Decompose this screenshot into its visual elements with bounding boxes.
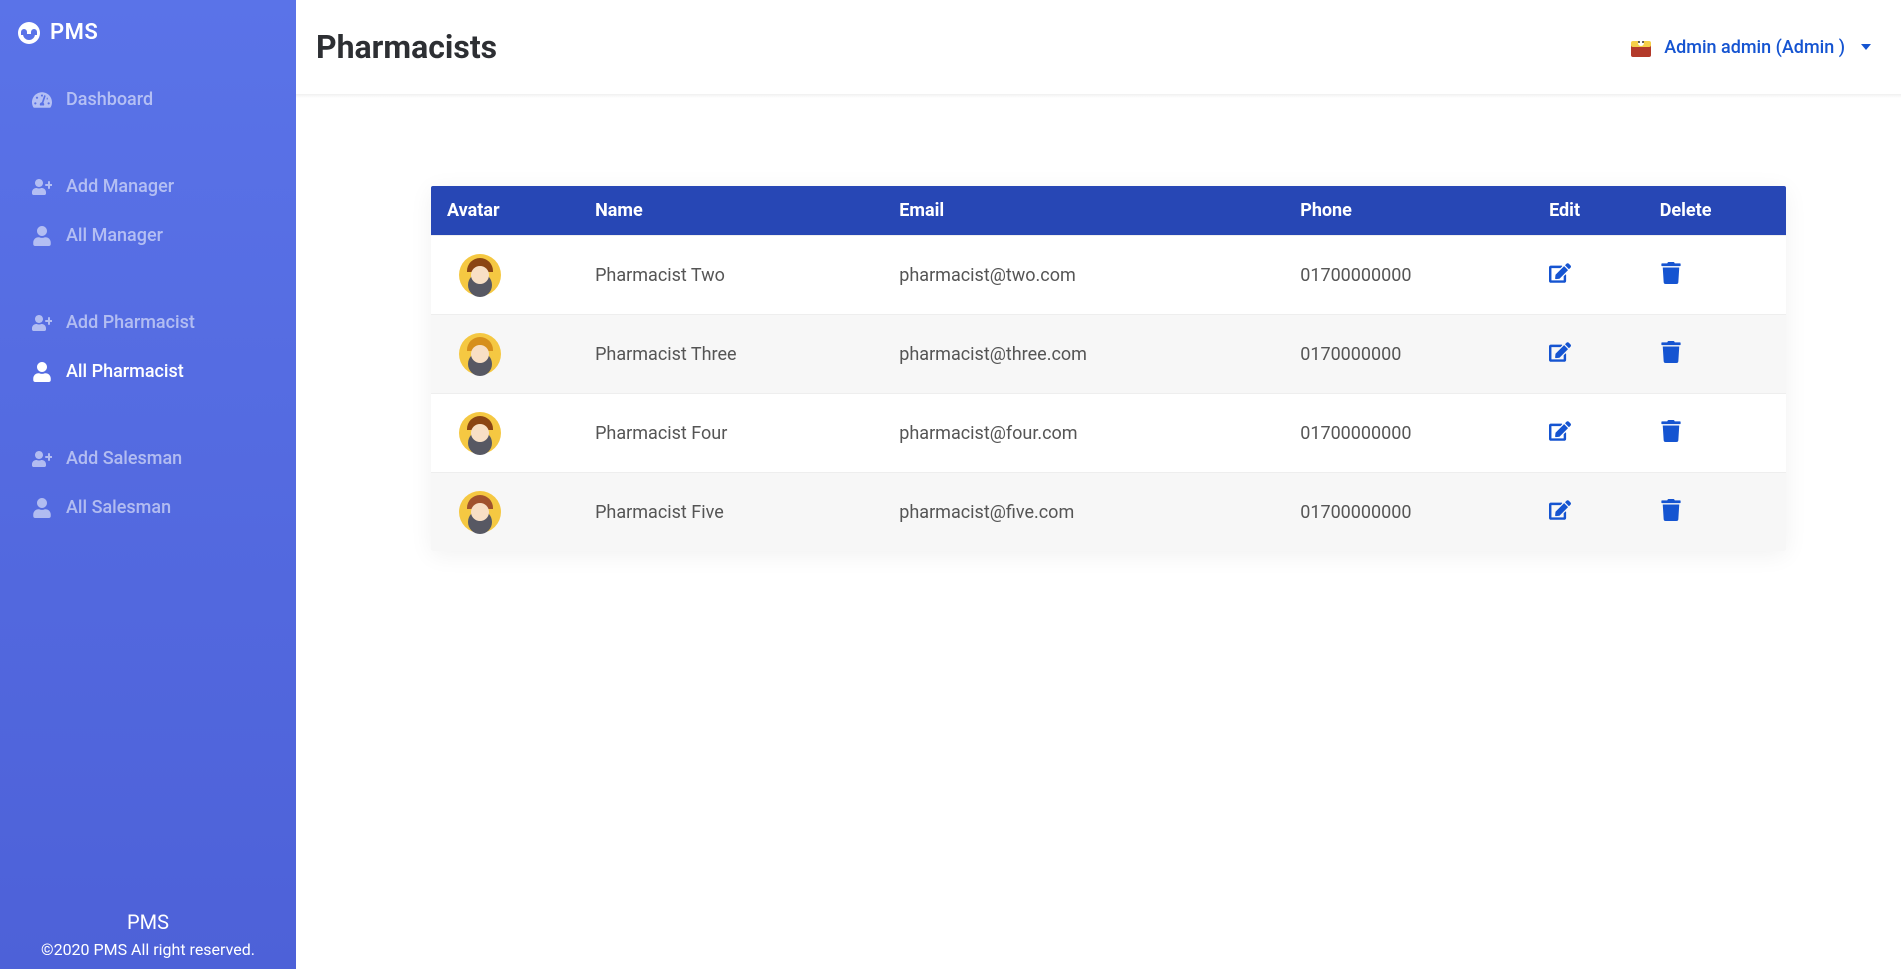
sidebar-item-dashboard[interactable]: Dashboard (0, 75, 296, 124)
sidebar: PMS Dashboard Add Manager All Manager Add P… (0, 0, 296, 969)
sidebar-item-add-pharmacist[interactable]: Add Pharmacist (0, 298, 296, 347)
sidebar-item-label: Add Manager (66, 176, 174, 197)
delete-button[interactable] (1660, 262, 1682, 284)
avatar (459, 412, 501, 454)
cell-phone: 0170000000 (1288, 315, 1537, 394)
cell-name: Pharmacist Four (583, 394, 887, 473)
table-row: Pharmacist Twopharmacist@two.com01700000… (431, 236, 1786, 315)
user-icon (32, 498, 52, 518)
column-header-email: Email (887, 186, 1288, 236)
user-plus-icon (32, 449, 52, 469)
cell-name: Pharmacist Three (583, 315, 887, 394)
cell-email: pharmacist@two.com (887, 236, 1288, 315)
user-icon (32, 226, 52, 246)
user-avatar-icon (1628, 34, 1654, 60)
cell-email: pharmacist@five.com (887, 473, 1288, 552)
topbar: Pharmacists Admin admin (Admin ) (296, 0, 1901, 94)
edit-button[interactable] (1549, 499, 1571, 521)
content: AvatarNameEmailPhoneEditDelete Pharmacis… (296, 98, 1901, 969)
sidebar-item-label: All Salesman (66, 497, 171, 518)
table-row: Pharmacist Threepharmacist@three.com0170… (431, 315, 1786, 394)
sidebar-item-all-salesman[interactable]: All Salesman (0, 483, 296, 532)
sidebar-item-label: All Manager (66, 225, 163, 246)
cell-email: pharmacist@four.com (887, 394, 1288, 473)
sidebar-item-label: Add Salesman (66, 448, 182, 469)
main: Pharmacists Admin admin (Admin ) AvatarN… (296, 0, 1901, 969)
pharmacists-table: AvatarNameEmailPhoneEditDelete Pharmacis… (431, 186, 1786, 551)
delete-button[interactable] (1660, 499, 1682, 521)
sidebar-item-label: Add Pharmacist (66, 312, 195, 333)
edit-button[interactable] (1549, 262, 1571, 284)
column-header-name: Name (583, 186, 887, 236)
delete-button[interactable] (1660, 341, 1682, 363)
sidebar-item-add-manager[interactable]: Add Manager (0, 162, 296, 211)
cell-phone: 01700000000 (1288, 394, 1537, 473)
cell-phone: 01700000000 (1288, 236, 1537, 315)
footer-copy: ©2020 PMS All right reserved. (0, 940, 296, 959)
user-plus-icon (32, 177, 52, 197)
user-plus-icon (32, 313, 52, 333)
cell-name: Pharmacist Five (583, 473, 887, 552)
avatar (459, 254, 501, 296)
brand-icon (18, 22, 40, 44)
avatar (459, 491, 501, 533)
sidebar-nav: Dashboard Add Manager All Manager Add Pharm… (0, 75, 296, 570)
edit-button[interactable] (1549, 341, 1571, 363)
page-title: Pharmacists (316, 28, 497, 66)
sidebar-item-label: All Pharmacist (66, 361, 184, 382)
cell-phone: 01700000000 (1288, 473, 1537, 552)
column-header-edit: Edit (1537, 186, 1648, 236)
footer-brand: PMS (0, 910, 296, 934)
brand-text: PMS (50, 20, 98, 45)
sidebar-item-label: Dashboard (66, 89, 153, 110)
user-menu[interactable]: Admin admin (Admin ) (1628, 34, 1871, 60)
gauge-icon (32, 90, 52, 110)
sidebar-item-all-pharmacist[interactable]: All Pharmacist (0, 347, 296, 396)
cell-name: Pharmacist Two (583, 236, 887, 315)
table-row: Pharmacist Fourpharmacist@four.com017000… (431, 394, 1786, 473)
user-icon (32, 362, 52, 382)
sidebar-item-add-salesman[interactable]: Add Salesman (0, 434, 296, 483)
sidebar-footer: PMS ©2020 PMS All right reserved. (0, 910, 296, 969)
cell-email: pharmacist@three.com (887, 315, 1288, 394)
column-header-phone: Phone (1288, 186, 1537, 236)
column-header-avatar: Avatar (431, 186, 583, 236)
table-row: Pharmacist Fivepharmacist@five.com017000… (431, 473, 1786, 552)
user-label: Admin admin (Admin ) (1664, 37, 1845, 58)
pharmacists-table-card: AvatarNameEmailPhoneEditDelete Pharmacis… (431, 186, 1786, 551)
column-header-delete: Delete (1648, 186, 1786, 236)
brand[interactable]: PMS (0, 0, 296, 75)
chevron-down-icon (1861, 44, 1871, 50)
delete-button[interactable] (1660, 420, 1682, 442)
edit-button[interactable] (1549, 420, 1571, 442)
avatar (459, 333, 501, 375)
sidebar-item-all-manager[interactable]: All Manager (0, 211, 296, 260)
